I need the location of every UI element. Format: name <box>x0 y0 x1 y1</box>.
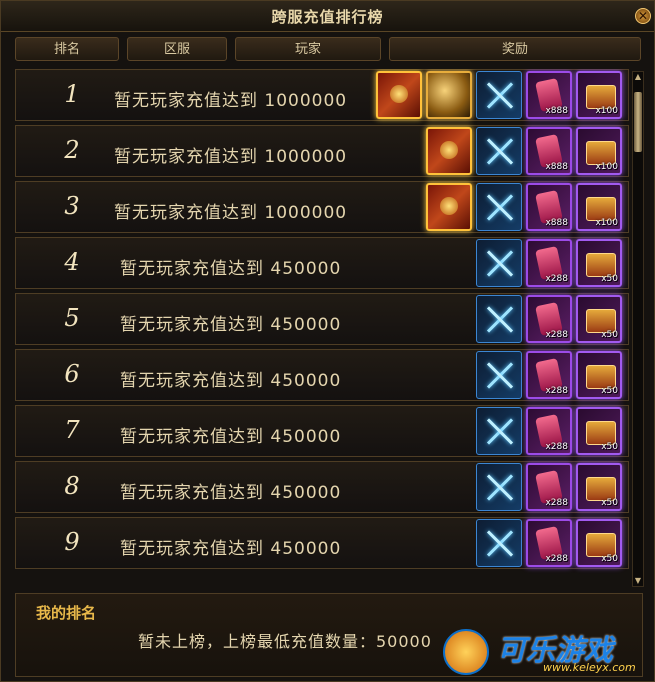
reward-item-orb-icon[interactable] <box>426 71 472 119</box>
table-row: 7 暂无玩家充值达到 450000 x288 x50 <box>15 405 629 457</box>
window-title: 跨服充值排行榜 <box>271 8 384 26</box>
ranking-list[interactable]: 1 暂无玩家充值达到 1000000 x888 x100 2 暂无玩家充值达到 10000… <box>15 69 631 587</box>
player-status-text: 暂无玩家充值达到 1000000 <box>114 147 348 167</box>
rank-number: 9 <box>64 528 80 556</box>
rank-number: 3 <box>64 192 80 220</box>
reward-quantity: x50 <box>601 554 618 564</box>
reward-quantity: x288 <box>545 386 568 396</box>
rank-number: 8 <box>64 472 80 500</box>
reward-item-chest-icon[interactable]: x50 <box>576 407 622 455</box>
table-row: 1 暂无玩家充值达到 1000000 x888 x100 <box>15 69 629 121</box>
reward-item-pink-icon[interactable]: x288 <box>526 239 572 287</box>
reward-item-pink-icon[interactable]: x288 <box>526 519 572 567</box>
scroll-thumb[interactable] <box>634 92 642 152</box>
watermark: 可乐游戏 www.keleyx.com <box>431 623 651 679</box>
reward-item-pink-icon[interactable]: x888 <box>526 71 572 119</box>
reward-quantity: x50 <box>601 330 618 340</box>
scrollbar[interactable]: ▲ ▼ <box>632 71 644 587</box>
reward-quantity: x100 <box>595 162 618 172</box>
title-bar: 跨服充值排行榜 ✕ <box>1 1 654 32</box>
table-row: 6 暂无玩家充值达到 450000 x288 x50 <box>15 349 629 401</box>
reward-item-chest-icon[interactable]: x50 <box>576 351 622 399</box>
reward-item-pink-icon[interactable]: x888 <box>526 127 572 175</box>
header-reward: 奖励 <box>389 37 641 61</box>
reward-item-sword-icon[interactable] <box>476 71 522 119</box>
player-status-text: 暂无玩家充值达到 450000 <box>120 483 342 503</box>
scroll-down-icon[interactable]: ▼ <box>633 576 643 586</box>
reward-item-sword-icon[interactable] <box>476 351 522 399</box>
ranking-window: 跨服充值排行榜 ✕ 排名 区服 玩家 奖励 1 暂无玩家充值达到 1000000 x… <box>0 0 655 682</box>
reward-item-pink-icon[interactable]: x288 <box>526 295 572 343</box>
scroll-up-icon[interactable]: ▲ <box>633 72 643 82</box>
table-row: 8 暂无玩家充值达到 450000 x288 x50 <box>15 461 629 513</box>
header-rank: 排名 <box>15 37 119 61</box>
reward-item-card-icon[interactable] <box>426 127 472 175</box>
player-status-text: 暂无玩家充值达到 450000 <box>120 259 342 279</box>
reward-quantity: x50 <box>601 386 618 396</box>
table-header: 排名 区服 玩家 奖励 <box>15 37 641 63</box>
watermark-url: www.keleyx.com <box>543 661 636 674</box>
player-status-text: 暂无玩家充值达到 450000 <box>120 539 342 559</box>
reward-item-sword-icon[interactable] <box>476 239 522 287</box>
table-row: 5 暂无玩家充值达到 450000 x288 x50 <box>15 293 629 345</box>
rank-number: 4 <box>64 248 80 276</box>
player-status-text: 暂无玩家充值达到 1000000 <box>114 91 348 111</box>
table-row: 2 暂无玩家充值达到 1000000 x888 x100 <box>15 125 629 177</box>
reward-quantity: x288 <box>545 442 568 452</box>
table-row: 9 暂无玩家充值达到 450000 x288 x50 <box>15 517 629 569</box>
close-icon[interactable]: ✕ <box>635 8 651 24</box>
reward-item-chest-icon[interactable]: x50 <box>576 463 622 511</box>
rank-number: 7 <box>64 416 80 444</box>
reward-quantity: x100 <box>595 218 618 228</box>
reward-quantity: x888 <box>545 162 568 172</box>
reward-item-sword-icon[interactable] <box>476 407 522 455</box>
rank-number: 1 <box>64 80 80 108</box>
rank-number: 6 <box>64 360 80 388</box>
watermark-logo-icon <box>443 629 489 675</box>
reward-item-sword-icon[interactable] <box>476 519 522 567</box>
reward-quantity: x50 <box>601 498 618 508</box>
reward-quantity: x888 <box>545 106 568 116</box>
reward-item-pink-icon[interactable]: x888 <box>526 183 572 231</box>
reward-item-pink-icon[interactable]: x288 <box>526 351 572 399</box>
reward-item-card-icon[interactable] <box>426 183 472 231</box>
table-row: 3 暂无玩家充值达到 1000000 x888 x100 <box>15 181 629 233</box>
reward-item-chest-icon[interactable]: x50 <box>576 519 622 567</box>
reward-item-chest-icon[interactable]: x100 <box>576 71 622 119</box>
reward-quantity: x100 <box>595 106 618 116</box>
header-server: 区服 <box>127 37 227 61</box>
reward-item-sword-icon[interactable] <box>476 295 522 343</box>
player-status-text: 暂无玩家充值达到 450000 <box>120 371 342 391</box>
rank-number: 5 <box>64 304 80 332</box>
player-status-text: 暂无玩家充值达到 450000 <box>120 315 342 335</box>
reward-quantity: x888 <box>545 218 568 228</box>
my-rank-title: 我的排名 <box>36 604 97 622</box>
reward-item-chest-icon[interactable]: x50 <box>576 295 622 343</box>
my-rank-text: 暂未上榜，上榜最低充值数量：50000 <box>138 632 432 651</box>
table-row: 4 暂无玩家充值达到 450000 x288 x50 <box>15 237 629 289</box>
header-player: 玩家 <box>235 37 381 61</box>
reward-item-pink-icon[interactable]: x288 <box>526 463 572 511</box>
reward-quantity: x50 <box>601 274 618 284</box>
reward-item-chest-icon[interactable]: x100 <box>576 127 622 175</box>
reward-quantity: x288 <box>545 330 568 340</box>
reward-item-sword-icon[interactable] <box>476 127 522 175</box>
reward-quantity: x288 <box>545 554 568 564</box>
reward-quantity: x50 <box>601 442 618 452</box>
rank-number: 2 <box>64 136 80 164</box>
reward-quantity: x288 <box>545 498 568 508</box>
reward-quantity: x288 <box>545 274 568 284</box>
player-status-text: 暂无玩家充值达到 1000000 <box>114 203 348 223</box>
player-status-text: 暂无玩家充值达到 450000 <box>120 427 342 447</box>
reward-item-sword-icon[interactable] <box>476 463 522 511</box>
reward-item-chest-icon[interactable]: x100 <box>576 183 622 231</box>
reward-item-pink-icon[interactable]: x288 <box>526 407 572 455</box>
reward-item-chest-icon[interactable]: x50 <box>576 239 622 287</box>
reward-item-card-icon[interactable] <box>376 71 422 119</box>
reward-item-sword-icon[interactable] <box>476 183 522 231</box>
